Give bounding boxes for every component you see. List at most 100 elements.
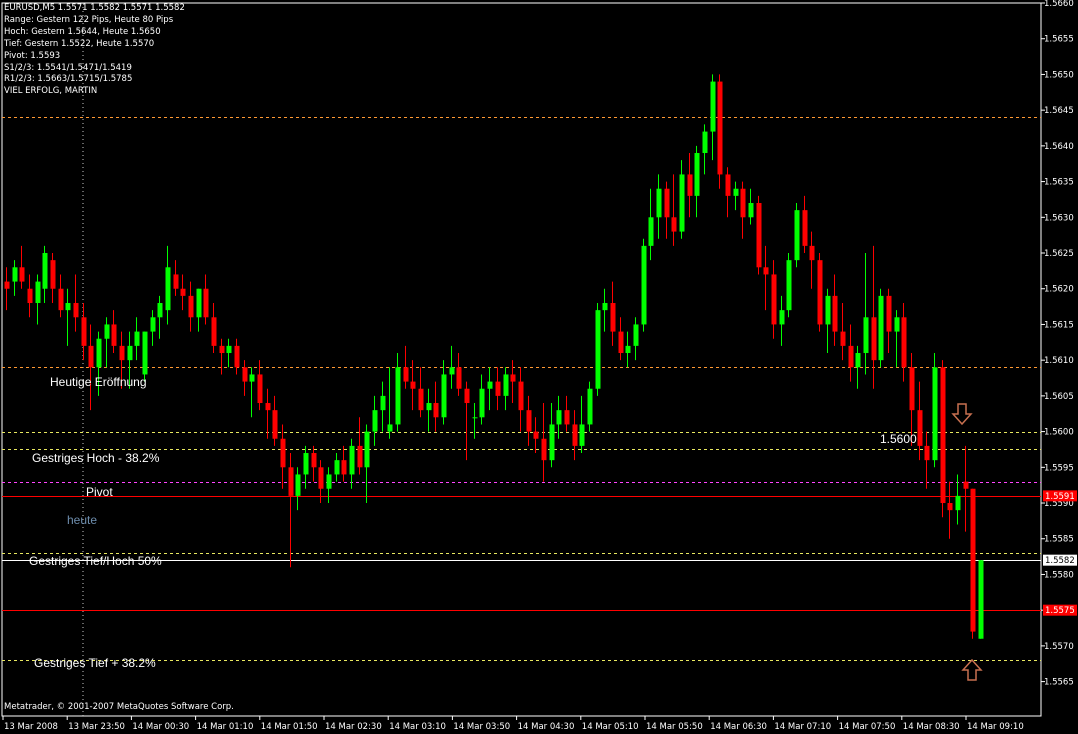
bull-candle bbox=[855, 353, 861, 368]
bear-candle bbox=[234, 345, 240, 368]
bear-candle bbox=[341, 460, 347, 475]
bear-candle bbox=[456, 367, 462, 389]
price-badge-label: 1.5582 bbox=[1045, 556, 1075, 566]
bull-candle bbox=[978, 560, 984, 639]
bear-candle bbox=[418, 388, 424, 411]
bull-candle bbox=[894, 317, 900, 332]
bear-candle bbox=[564, 410, 570, 425]
bull-candle bbox=[679, 174, 685, 232]
x-tick-label: 14 Mar 07:10 bbox=[774, 722, 831, 732]
bear-candle bbox=[357, 445, 363, 468]
price-badge-label: 1.5575 bbox=[1045, 606, 1075, 616]
bear-candle bbox=[173, 274, 179, 289]
bear-candle bbox=[963, 481, 969, 489]
bear-candle bbox=[88, 345, 94, 368]
x-tick-label: 14 Mar 06:30 bbox=[710, 722, 767, 732]
bear-candle bbox=[671, 217, 677, 232]
bear-candle bbox=[311, 453, 317, 468]
bear-candle bbox=[495, 381, 501, 396]
bull-candle bbox=[794, 210, 800, 261]
bear-candle bbox=[756, 203, 762, 268]
bear-candle bbox=[610, 303, 616, 332]
y-tick-label: 1.5565 bbox=[1044, 678, 1074, 688]
x-tick-label: 14 Mar 07:50 bbox=[839, 722, 896, 732]
bull-candle bbox=[710, 81, 716, 132]
bull-candle bbox=[748, 203, 754, 218]
bear-candle bbox=[73, 303, 79, 318]
bull-candle bbox=[42, 253, 48, 289]
bear-candle bbox=[533, 431, 539, 439]
bull-candle bbox=[779, 310, 785, 325]
y-tick-label: 1.5610 bbox=[1044, 356, 1074, 366]
bull-candle bbox=[503, 374, 509, 396]
y-tick-label: 1.5655 bbox=[1044, 35, 1074, 45]
bull-candle bbox=[426, 403, 432, 411]
bear-candle bbox=[664, 188, 670, 218]
label-gestriges-tief-hoch-50: Gestriges Tief/Hoch 50% bbox=[29, 554, 162, 568]
y-tick-label: 1.5620 bbox=[1044, 285, 1074, 295]
bear-candle bbox=[219, 345, 225, 354]
bear-candle bbox=[19, 267, 25, 282]
bear-candle bbox=[840, 331, 846, 346]
label-pivot: Pivot bbox=[86, 485, 113, 499]
bear-candle bbox=[909, 367, 915, 411]
info-range: Range: Gestern 122 Pips, Heute 80 Pips bbox=[4, 14, 174, 25]
price-chart[interactable]: 1.5660 1.5655 1.5650 1.5645 1.5640 1.5635 1.56… bbox=[0, 0, 1078, 734]
bull-candle bbox=[878, 295, 884, 361]
info-pivot: Pivot: 1.5593 bbox=[4, 50, 61, 61]
bear-candle bbox=[410, 381, 416, 389]
bull-candle bbox=[733, 188, 739, 196]
bear-candle bbox=[50, 260, 56, 289]
bear-candle bbox=[510, 374, 516, 382]
bull-candle bbox=[648, 217, 654, 246]
bull-candle bbox=[372, 410, 378, 432]
bull-candle bbox=[226, 345, 232, 354]
y-tick-label: 1.5660 bbox=[1044, 0, 1074, 9]
bear-candle bbox=[526, 410, 532, 432]
bull-candle bbox=[303, 453, 309, 475]
bear-candle bbox=[318, 467, 324, 489]
label-heute: heute bbox=[67, 513, 98, 527]
bear-candle bbox=[188, 295, 194, 318]
y-tick-label: 1.5625 bbox=[1044, 249, 1074, 259]
info-resistance: R1/2/3: 1.5663/1.5715/1.5785 bbox=[4, 74, 133, 85]
x-tick-label: 14 Mar 02:30 bbox=[325, 722, 382, 732]
bear-candle bbox=[58, 288, 64, 311]
bear-candle bbox=[4, 281, 10, 289]
bull-candle bbox=[479, 388, 485, 418]
bull-candle bbox=[587, 388, 593, 425]
bear-candle bbox=[901, 317, 907, 368]
bull-candle bbox=[326, 474, 332, 489]
bull-candle bbox=[334, 460, 340, 475]
x-tick-label: 13 Mar 23:50 bbox=[68, 722, 125, 732]
bull-candle bbox=[441, 374, 447, 418]
bull-candle bbox=[702, 131, 708, 154]
bull-candle bbox=[625, 345, 631, 354]
bull-candle bbox=[349, 445, 355, 475]
x-tick-label: 14 Mar 00:30 bbox=[132, 722, 189, 732]
bear-candle bbox=[802, 210, 808, 246]
y-tick-label: 1.5650 bbox=[1044, 70, 1074, 80]
y-tick-label: 1.5595 bbox=[1044, 463, 1074, 473]
y-tick-label: 1.5635 bbox=[1044, 178, 1074, 188]
x-tick-label: 14 Mar 04:30 bbox=[518, 722, 575, 732]
bear-candle bbox=[111, 324, 117, 346]
symbol-line: EURUSD,M5 1.5571 1.5582 1.5571 1.5582 bbox=[4, 3, 185, 13]
copyright-footer: Metatrader, © 2001-2007 MetaQuotes Softw… bbox=[4, 702, 234, 712]
y-tick-label: 1.5570 bbox=[1044, 642, 1074, 652]
x-tick-label: 14 Mar 01:10 bbox=[197, 722, 254, 732]
bear-candle bbox=[687, 174, 693, 196]
bear-candle bbox=[257, 374, 263, 404]
price-badge-label: 1.5591 bbox=[1045, 492, 1075, 502]
bull-candle bbox=[165, 267, 171, 311]
bull-candle bbox=[12, 267, 18, 282]
bull-candle bbox=[549, 424, 555, 461]
bull-candle bbox=[150, 317, 156, 332]
bear-candle bbox=[81, 317, 87, 346]
bear-candle bbox=[817, 260, 823, 325]
bear-candle bbox=[272, 410, 278, 439]
bull-candle bbox=[35, 281, 41, 304]
bear-candle bbox=[242, 367, 248, 382]
chart-info-panel: EURUSD,M5 1.5571 1.5582 1.5571 1.5582 Ra… bbox=[4, 3, 185, 98]
bull-candle bbox=[786, 260, 792, 311]
